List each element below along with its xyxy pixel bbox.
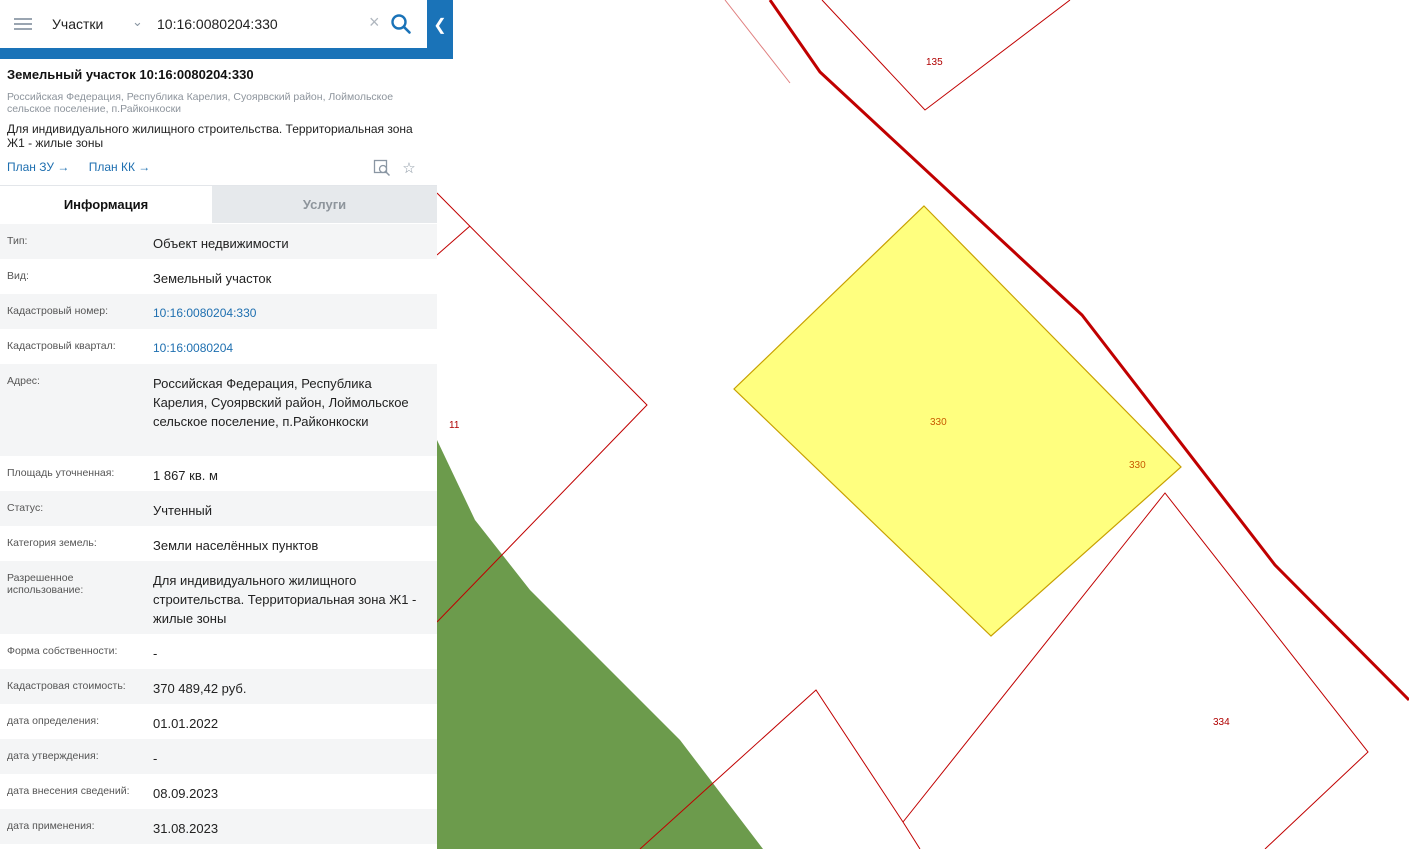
attr-value: 1 867 кв. м [153,468,218,483]
attr-label: Разрешенное использование: [7,572,84,596]
object-address: Российская Федерация, Республика Карелия… [7,91,394,115]
attr-row: дата применения: 31.08.2023 [0,809,437,844]
tab-information[interactable]: Информация [0,186,212,223]
attr-label: Кадастровая стоимость: [7,680,126,692]
attr-value: Учтенный [153,503,213,518]
attr-label: Вид: [7,270,29,282]
attr-value: 31.08.2023 [153,821,219,836]
attr-row: Кадастровая стоимость: 370 489,42 руб. [0,669,437,704]
object-purpose: Для индивидуального жилищного строительс… [7,122,413,150]
attr-row: дата внесения сведений: 08.09.2023 [0,774,437,809]
attr-value: Для индивидуального жилищного строительс… [153,573,417,626]
object-title: Земельный участок 10:16:0080204:330 [7,67,254,82]
attr-value: Объект недвижимости [153,236,289,251]
attr-label: Тип: [7,235,28,247]
attr-row: дата утверждения: - [0,739,437,774]
collapse-panel-button[interactable]: ❮ [427,0,453,59]
attr-value: - [153,751,158,766]
object-header: Земельный участок 10:16:0080204:330 Росс… [0,59,437,186]
parcel-135-outline [821,0,1071,111]
parcel-label-330-center: 330 [930,417,947,428]
attr-row: Кадастровый квартал: 10:16:0080204 [0,329,437,364]
attr-label: дата утверждения: [7,750,99,762]
parcel-label-334: 334 [1213,717,1230,728]
attr-value: 01.01.2022 [153,716,219,731]
parcel-11-edge [436,225,471,256]
attr-row: Разрешенное использование: Для индивидуа… [0,561,437,634]
attr-row: Вид: Земельный участок [0,259,437,294]
chevron-down-icon[interactable]: ⌄ [132,14,143,30]
attr-row: дата определения: 01.01.2022 [0,704,437,739]
attr-row: Статус: Учтенный [0,491,437,526]
plan-kk-link[interactable]: План КК → [89,160,151,174]
attr-row: Форма собственности: - [0,634,437,669]
attr-value: - [153,646,158,661]
tab-services[interactable]: Услуги [212,186,437,223]
star-icon[interactable]: ☆ [400,159,418,177]
search-input[interactable]: 10:16:0080204:330 [157,16,278,32]
search-icon[interactable] [390,13,412,35]
cadastral-quarter-link[interactable]: 10:16:0080204 [153,339,423,358]
cadastral-number-link[interactable]: 10:16:0080204:330 [153,304,423,323]
attr-row: Тип: Объект недвижимости [0,224,437,259]
zoom-to-object-icon[interactable] [373,159,391,177]
attr-label: Кадастровый квартал: [7,340,116,352]
parcel-330-selected[interactable] [733,205,1182,637]
parcel-label-135: 135 [926,57,943,68]
forest-area [437,440,763,849]
parcel-label-11: 11 [449,420,460,431]
attr-row: Категория земель: Земли населённых пункт… [0,526,437,561]
tab-bar: Информация Услуги [0,186,437,223]
attributes-table: Тип: Объект недвижимости Вид: Земельный … [0,224,437,844]
attr-label: дата внесения сведений: [7,785,130,797]
search-type-select[interactable]: Участки [52,16,103,32]
attr-label: Адрес: [7,375,40,387]
parcel-label-330-edge: 330 [1129,460,1146,471]
plan-links: План ЗУ → План КК → [7,160,166,174]
attr-label: Статус: [7,502,44,514]
attr-label: Кадастровый номер: [7,305,109,317]
search-bar: Участки ⌄ 10:16:0080204:330 × [0,0,427,59]
attr-label: дата определения: [7,715,100,727]
attr-row: Кадастровый номер: 10:16:0080204:330 [0,294,437,329]
attr-label: Форма собственности: [7,645,118,657]
plan-zu-link[interactable]: План ЗУ → [7,160,69,174]
attr-value: Земли населённых пунктов [153,538,319,553]
menu-icon[interactable] [14,18,32,30]
attr-row: Площадь уточненная: 1 867 кв. м [0,456,437,491]
attr-value: Земельный участок [153,271,272,286]
attr-value: 08.09.2023 [153,786,219,801]
clear-icon[interactable]: × [369,12,380,33]
attr-row: Адрес: Российская Федерация, Республика … [0,364,437,456]
info-panel: Участки ⌄ 10:16:0080204:330 × Земельный … [0,0,437,849]
attr-label: Категория земель: [7,537,97,549]
attr-label: дата применения: [7,820,95,832]
attr-label: Площадь уточненная: [7,467,115,479]
attr-value: 370 489,42 руб. [153,681,247,696]
attr-value: Российская Федерация, Республика Карелия… [153,376,409,429]
